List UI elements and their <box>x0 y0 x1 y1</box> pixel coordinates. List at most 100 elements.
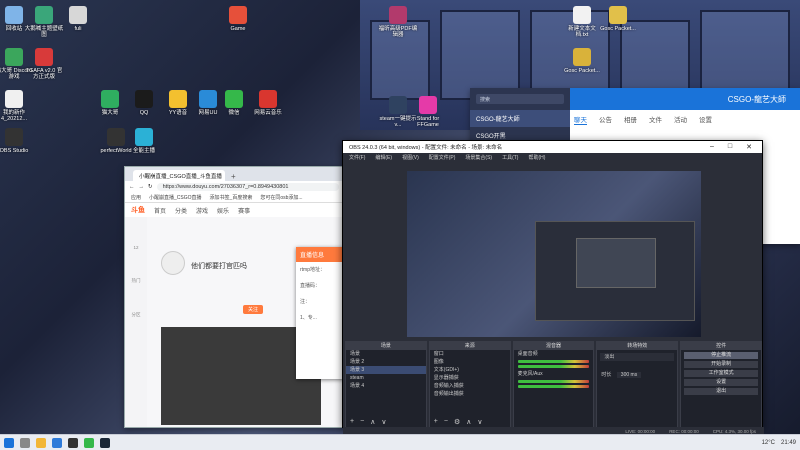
tab-files[interactable]: 文件 <box>649 114 662 125</box>
desktop-icon[interactable]: Game <box>218 6 258 32</box>
exit-button[interactable]: 退出 <box>684 388 758 395</box>
remove-icon[interactable]: − <box>444 418 448 426</box>
steam-taskbar-icon[interactable] <box>100 437 110 448</box>
nav-item[interactable]: 游戏 <box>196 206 208 215</box>
wechat-taskbar-icon[interactable] <box>84 437 94 448</box>
streamer-avatar[interactable] <box>161 251 185 275</box>
obs-window[interactable]: OBS 24.0.3 (64 bit, windows) - 配置文件: 未命名… <box>342 140 764 436</box>
transition-select[interactable]: 淡出 <box>600 353 675 361</box>
desktop-icon[interactable]: 网易云音乐 <box>248 90 288 116</box>
add-icon[interactable]: + <box>434 418 438 426</box>
up-icon[interactable]: ∧ <box>370 418 375 426</box>
desktop-icon[interactable]: 新建文本文档.txt <box>562 6 602 38</box>
source-item[interactable]: 窗口 <box>430 350 510 358</box>
desktop-icon[interactable]: 福昕高级PDF编辑器 <box>378 6 418 38</box>
nav-item[interactable]: 分类 <box>175 206 187 215</box>
tab-settings[interactable]: 设置 <box>699 114 712 125</box>
app-icon <box>573 6 591 24</box>
weather-text[interactable]: 12°C <box>762 440 775 446</box>
scene-item[interactable]: 场景 3 <box>346 366 426 374</box>
down-icon[interactable]: ∨ <box>477 418 482 426</box>
obs-preview-canvas[interactable] <box>407 171 701 337</box>
up-icon[interactable]: ∧ <box>466 418 471 426</box>
search-icon[interactable] <box>20 437 30 448</box>
sidebar-item[interactable]: 12 <box>125 245 147 250</box>
steam-group-item[interactable]: CSGO-龍艺大師 <box>470 110 570 127</box>
reload-icon[interactable]: ↻ <box>148 184 153 190</box>
popup-title: 直播信息 <box>296 247 344 262</box>
follow-button[interactable]: 关注 <box>243 305 264 314</box>
down-icon[interactable]: ∨ <box>381 418 386 426</box>
mixer-channel-label: 桌面音频 <box>517 351 538 357</box>
stream-info-popup[interactable]: 直播信息 rtmp地址： 直播码： 注： 1、专... <box>296 247 344 379</box>
new-tab-icon[interactable]: + <box>231 172 236 181</box>
nav-item[interactable]: 娱乐 <box>217 206 229 215</box>
clock[interactable]: 21:49 <box>781 440 796 446</box>
bookmark-item[interactable]: 应用 <box>131 194 141 201</box>
forward-icon[interactable]: → <box>139 184 145 190</box>
desktop-icon[interactable]: Gosc Packet... <box>562 48 602 74</box>
desktop-icon-label: Gosc Packet... <box>564 68 600 74</box>
scene-item[interactable]: steam <box>346 374 426 382</box>
nav-item[interactable]: 赛事 <box>238 206 250 215</box>
menu-item[interactable]: 配置文件(P) <box>429 154 456 161</box>
start-recording-button[interactable]: 开始录制 <box>684 361 758 368</box>
stop-streaming-button[interactable]: 停止推流 <box>684 352 758 359</box>
minimize-icon[interactable]: – <box>710 143 714 151</box>
bookmarks-bar: 应用 小醒崩直播_CSGO直播 添加书签_百度搜索 您可在同osb添加... <box>125 193 343 203</box>
close-icon[interactable]: ✕ <box>746 143 752 151</box>
remove-icon[interactable]: − <box>360 418 364 426</box>
gear-icon[interactable]: ⚙ <box>454 418 460 426</box>
nav-item[interactable]: 首页 <box>154 206 166 215</box>
desktop-icon[interactable]: 全能主播 <box>124 128 164 154</box>
studio-mode-button[interactable]: 工作室模式 <box>684 370 758 377</box>
menu-item[interactable]: 场景集合(S) <box>465 154 492 161</box>
douyu-sidebar: 12 热门 分区 <box>125 217 147 427</box>
tab-chat[interactable]: 聊天 <box>574 114 587 125</box>
back-icon[interactable]: ← <box>129 184 135 190</box>
desktop-icon[interactable]: fuli <box>58 6 98 32</box>
desktop-icon[interactable]: TGAFA v2.0 官方正式版 <box>24 48 64 80</box>
maximize-icon[interactable]: □ <box>728 143 732 151</box>
source-item[interactable]: 音频输出捕获 <box>430 390 510 398</box>
desktop-icon-label: QQ <box>139 110 149 116</box>
sidebar-item[interactable]: 热门 <box>125 278 147 284</box>
bookmark-item[interactable]: 您可在同osb添加... <box>260 194 302 201</box>
menu-item[interactable]: 文件(F) <box>349 154 365 161</box>
steam-search-input[interactable]: 搜索 <box>476 94 564 104</box>
source-item[interactable]: 文本(GDI+) <box>430 366 510 374</box>
source-item[interactable]: 显示器捕获 <box>430 374 510 382</box>
desktop-icon[interactable]: 我的新作 4_20212... <box>0 90 34 122</box>
menu-item[interactable]: 工具(T) <box>502 154 518 161</box>
menu-item[interactable]: 帮助(H) <box>528 154 545 161</box>
source-item[interactable]: 音频输入捕获 <box>430 382 510 390</box>
browser-taskbar-icon[interactable] <box>52 437 62 448</box>
menu-item[interactable]: 编辑(E) <box>375 154 392 161</box>
tab-album[interactable]: 相册 <box>624 114 637 125</box>
duration-input[interactable]: 300 ms <box>616 372 642 378</box>
windows-start-icon[interactable] <box>4 437 14 448</box>
file-explorer-icon[interactable] <box>36 437 46 448</box>
menu-item[interactable]: 视图(V) <box>402 154 419 161</box>
sidebar-item[interactable]: 分区 <box>125 312 147 318</box>
tab-events[interactable]: 活动 <box>674 114 687 125</box>
browser-tab[interactable]: 小醒崩直播_CSGO直播_斗鱼直播 <box>133 170 225 181</box>
settings-button[interactable]: 设置 <box>684 379 758 386</box>
obs-taskbar-icon[interactable] <box>68 437 78 448</box>
desktop-icon[interactable]: OBS Studio <box>0 128 34 154</box>
address-bar[interactable]: https://www.douyu.com/27036307_r=0.89494… <box>156 183 339 191</box>
dock-title: 来源 <box>429 342 510 350</box>
desktop-icon[interactable]: Stand for FFGame <box>408 96 448 128</box>
scene-item[interactable]: 场景 2 <box>346 358 426 366</box>
scene-item[interactable]: 场景 4 <box>346 382 426 390</box>
source-item[interactable]: 图像 <box>430 358 510 366</box>
bookmark-item[interactable]: 添加书签_百度搜索 <box>210 194 253 201</box>
add-icon[interactable]: + <box>350 418 354 426</box>
tab-announcement[interactable]: 公告 <box>599 114 612 125</box>
desktop-icon[interactable]: Gosc Packet... <box>598 6 638 32</box>
obs-titlebar: OBS 24.0.3 (64 bit, windows) - 配置文件: 未命名… <box>343 141 762 153</box>
bookmark-item[interactable]: 小醒崩直播_CSGO直播 <box>149 194 202 201</box>
desktop-icon-label: 猫大哥 <box>101 110 119 116</box>
scene-item[interactable]: 场景 <box>346 350 426 358</box>
douyu-logo[interactable]: 斗鱼 <box>131 205 145 215</box>
